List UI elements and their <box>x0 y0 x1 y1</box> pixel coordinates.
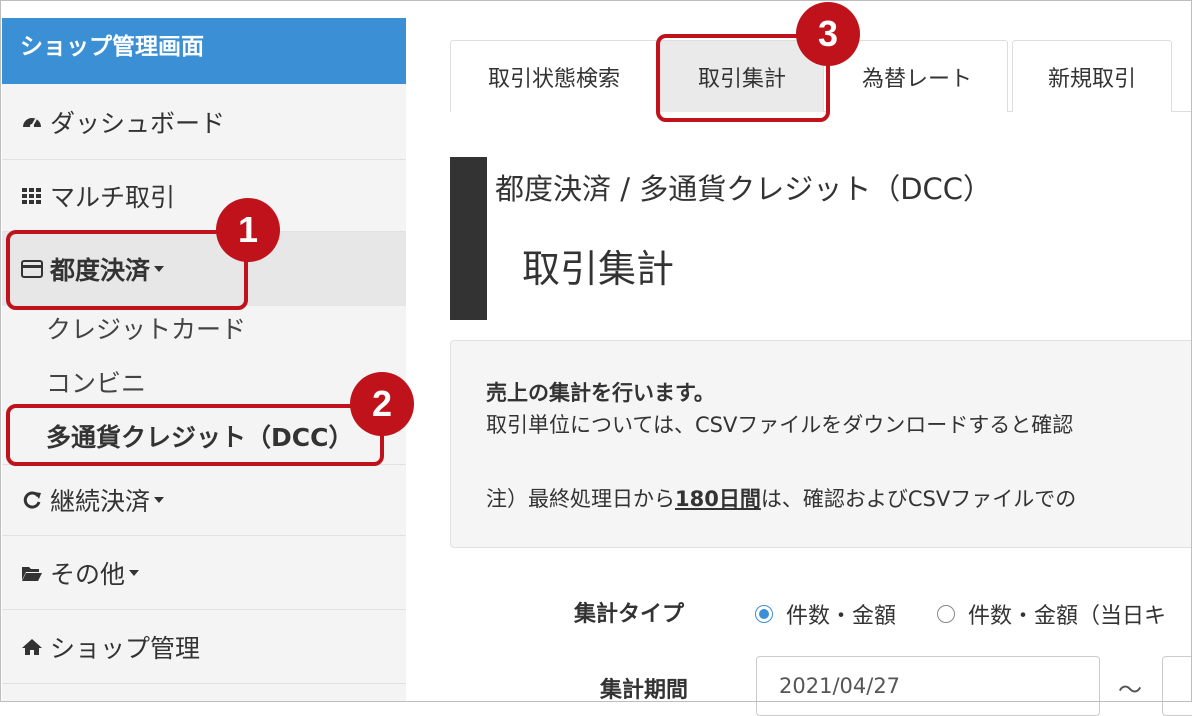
period-to-input[interactable] <box>1162 656 1192 716</box>
highlight-dcc <box>6 404 384 466</box>
annotation-badge-1: 1 <box>216 198 280 262</box>
sidebar-header: ショップ管理画面 <box>2 18 406 84</box>
radio-count-amount-label: 件数・金額 <box>786 604 897 629</box>
caret-down-icon <box>154 497 165 503</box>
radio-count-amount-sameday[interactable] <box>937 605 955 623</box>
tab-new-transaction[interactable]: 新規取引 <box>1012 40 1172 112</box>
annotation-badge-2: 2 <box>350 372 414 436</box>
caret-down-icon <box>129 569 140 576</box>
breadcrumb: 都度決済 / 多通貨クレジット（DCC） <box>495 172 993 206</box>
info-line-1: 取引単位については、CSVファイルをダウンロードすると確認 <box>486 413 1074 437</box>
sidebar: ショップ管理画面 ダッシュボード マルチ取引 都度決済 クレジットカード コンビ… <box>2 18 406 702</box>
summary-period-label: 集計期間 <box>600 678 689 703</box>
sidebar-item-label: その他 <box>50 559 126 589</box>
sidebar-item-recurring[interactable]: 継続決済 <box>2 464 406 536</box>
sidebar-item-label: マルチ取引 <box>50 182 176 212</box>
page-title: 取引集計 <box>522 247 675 291</box>
note-prefix: 注）最終処理日から <box>486 487 675 511</box>
sidebar-item-shop-management[interactable]: ショップ管理 <box>2 610 406 684</box>
sub-item-convenience[interactable]: コンビニ <box>2 364 406 400</box>
tab-transaction-search[interactable]: 取引状態検索 <box>450 40 658 112</box>
folder-open-icon <box>20 561 44 585</box>
info-box: 売上の集計を行います。 取引単位については、CSVファイルをダウンロードすると確… <box>450 340 1192 548</box>
sidebar-item-label: 継続決済 <box>50 487 151 516</box>
highlight-one-time-payment <box>6 230 248 310</box>
sidebar-item-label: ダッシュボード <box>50 108 226 138</box>
grid-icon <box>20 184 44 208</box>
period-from-input[interactable]: 2021/04/27 <box>756 656 1100 716</box>
title-accent-bar <box>450 157 487 320</box>
sidebar-item-other[interactable]: その他 <box>2 536 406 610</box>
dashboard-icon <box>20 110 44 134</box>
radio-count-amount-sameday-label: 件数・金額（当日キ <box>968 604 1167 629</box>
sidebar-item-dashboard[interactable]: ダッシュボード <box>2 84 406 160</box>
info-note: 注）最終処理日から180日間は、確認およびCSVファイルでの <box>486 483 1076 513</box>
note-suffix: は、確認およびCSVファイルでの <box>760 487 1077 511</box>
note-emphasis: 180日間 <box>675 487 761 511</box>
info-heading: 売上の集計を行います。 <box>486 381 715 405</box>
annotation-badge-3: 3 <box>796 2 860 66</box>
summary-type-label: 集計タイプ <box>574 602 685 627</box>
radio-count-amount[interactable] <box>755 605 773 623</box>
sidebar-item-multi[interactable]: マルチ取引 <box>2 160 406 232</box>
refresh-icon <box>20 488 44 512</box>
home-icon <box>20 635 44 659</box>
period-separator: ～ <box>1118 676 1142 704</box>
sub-item-credit-card[interactable]: クレジットカード <box>2 310 406 346</box>
sidebar-item-label: ショップ管理 <box>50 633 201 663</box>
